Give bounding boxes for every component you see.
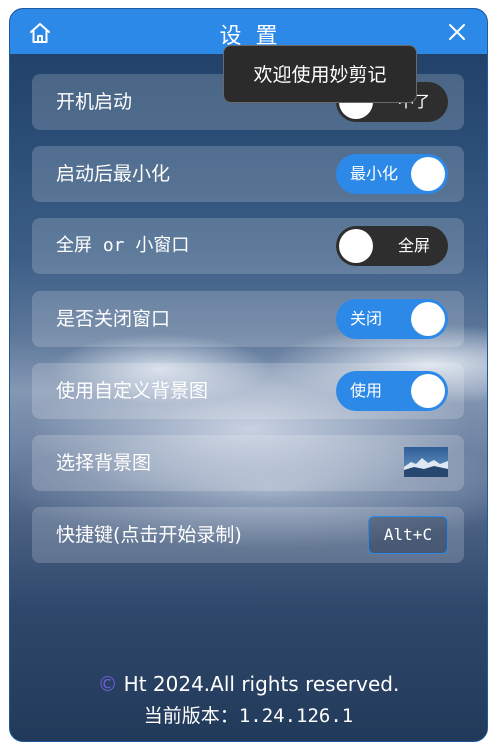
setting-row-select-background: 选择背景图 bbox=[32, 435, 464, 491]
shortcut-button[interactable]: Alt+C bbox=[368, 516, 448, 554]
toggle-knob bbox=[411, 157, 445, 191]
setting-row-shortcut: 快捷键(点击开始录制) Alt+C bbox=[32, 507, 464, 563]
setting-row-fullscreen: 全屏 or 小窗口 全屏 bbox=[32, 218, 464, 274]
setting-label: 快捷键(点击开始录制) bbox=[56, 524, 242, 546]
version-label: 当前版本： bbox=[143, 705, 239, 727]
minimize-toggle[interactable]: 最小化 bbox=[336, 154, 448, 194]
fullscreen-toggle[interactable]: 全屏 bbox=[336, 226, 448, 266]
background-thumbnail[interactable] bbox=[404, 447, 448, 477]
toggle-text: 最小化 bbox=[350, 164, 399, 183]
toggle-knob bbox=[411, 374, 445, 408]
toggle-text: 全屏 bbox=[397, 236, 430, 255]
copyright-text: Ht 2024.All rights reserved. bbox=[123, 672, 400, 696]
version-number: 1.24.126.1 bbox=[238, 705, 354, 727]
setting-label: 全屏 or 小窗口 bbox=[56, 235, 190, 256]
tooltip: 欢迎使用妙剪记 bbox=[223, 45, 417, 103]
setting-row-minimize: 启动后最小化 最小化 bbox=[32, 146, 464, 202]
copyright-icon: © bbox=[97, 672, 118, 696]
toggle-knob bbox=[339, 229, 373, 263]
toggle-knob bbox=[411, 302, 445, 336]
setting-label: 使用自定义背景图 bbox=[56, 380, 209, 402]
toggle-text: 使用 bbox=[350, 381, 383, 400]
setting-row-custom-background: 使用自定义背景图 使用 bbox=[32, 363, 464, 419]
setting-label: 启动后最小化 bbox=[56, 163, 171, 185]
settings-window: 设置 欢迎使用妙剪记 开机启动 不了 启动后最小化 最小化 全屏 or 小窗口 … bbox=[9, 8, 488, 742]
close-icon[interactable] bbox=[447, 22, 467, 42]
version-line: 当前版本：1.24.126.1 bbox=[10, 701, 487, 731]
close-window-toggle[interactable]: 关闭 bbox=[336, 299, 448, 339]
setting-label: 是否关闭窗口 bbox=[56, 308, 171, 330]
setting-label: 开机启动 bbox=[56, 91, 133, 113]
custom-background-toggle[interactable]: 使用 bbox=[336, 371, 448, 411]
copyright-line: © Ht 2024.All rights reserved. bbox=[10, 667, 487, 701]
setting-label: 选择背景图 bbox=[56, 452, 152, 474]
setting-row-close-window: 是否关闭窗口 关闭 bbox=[32, 291, 464, 347]
toggle-text: 关闭 bbox=[350, 309, 383, 328]
footer: © Ht 2024.All rights reserved. 当前版本：1.24.… bbox=[10, 667, 487, 731]
